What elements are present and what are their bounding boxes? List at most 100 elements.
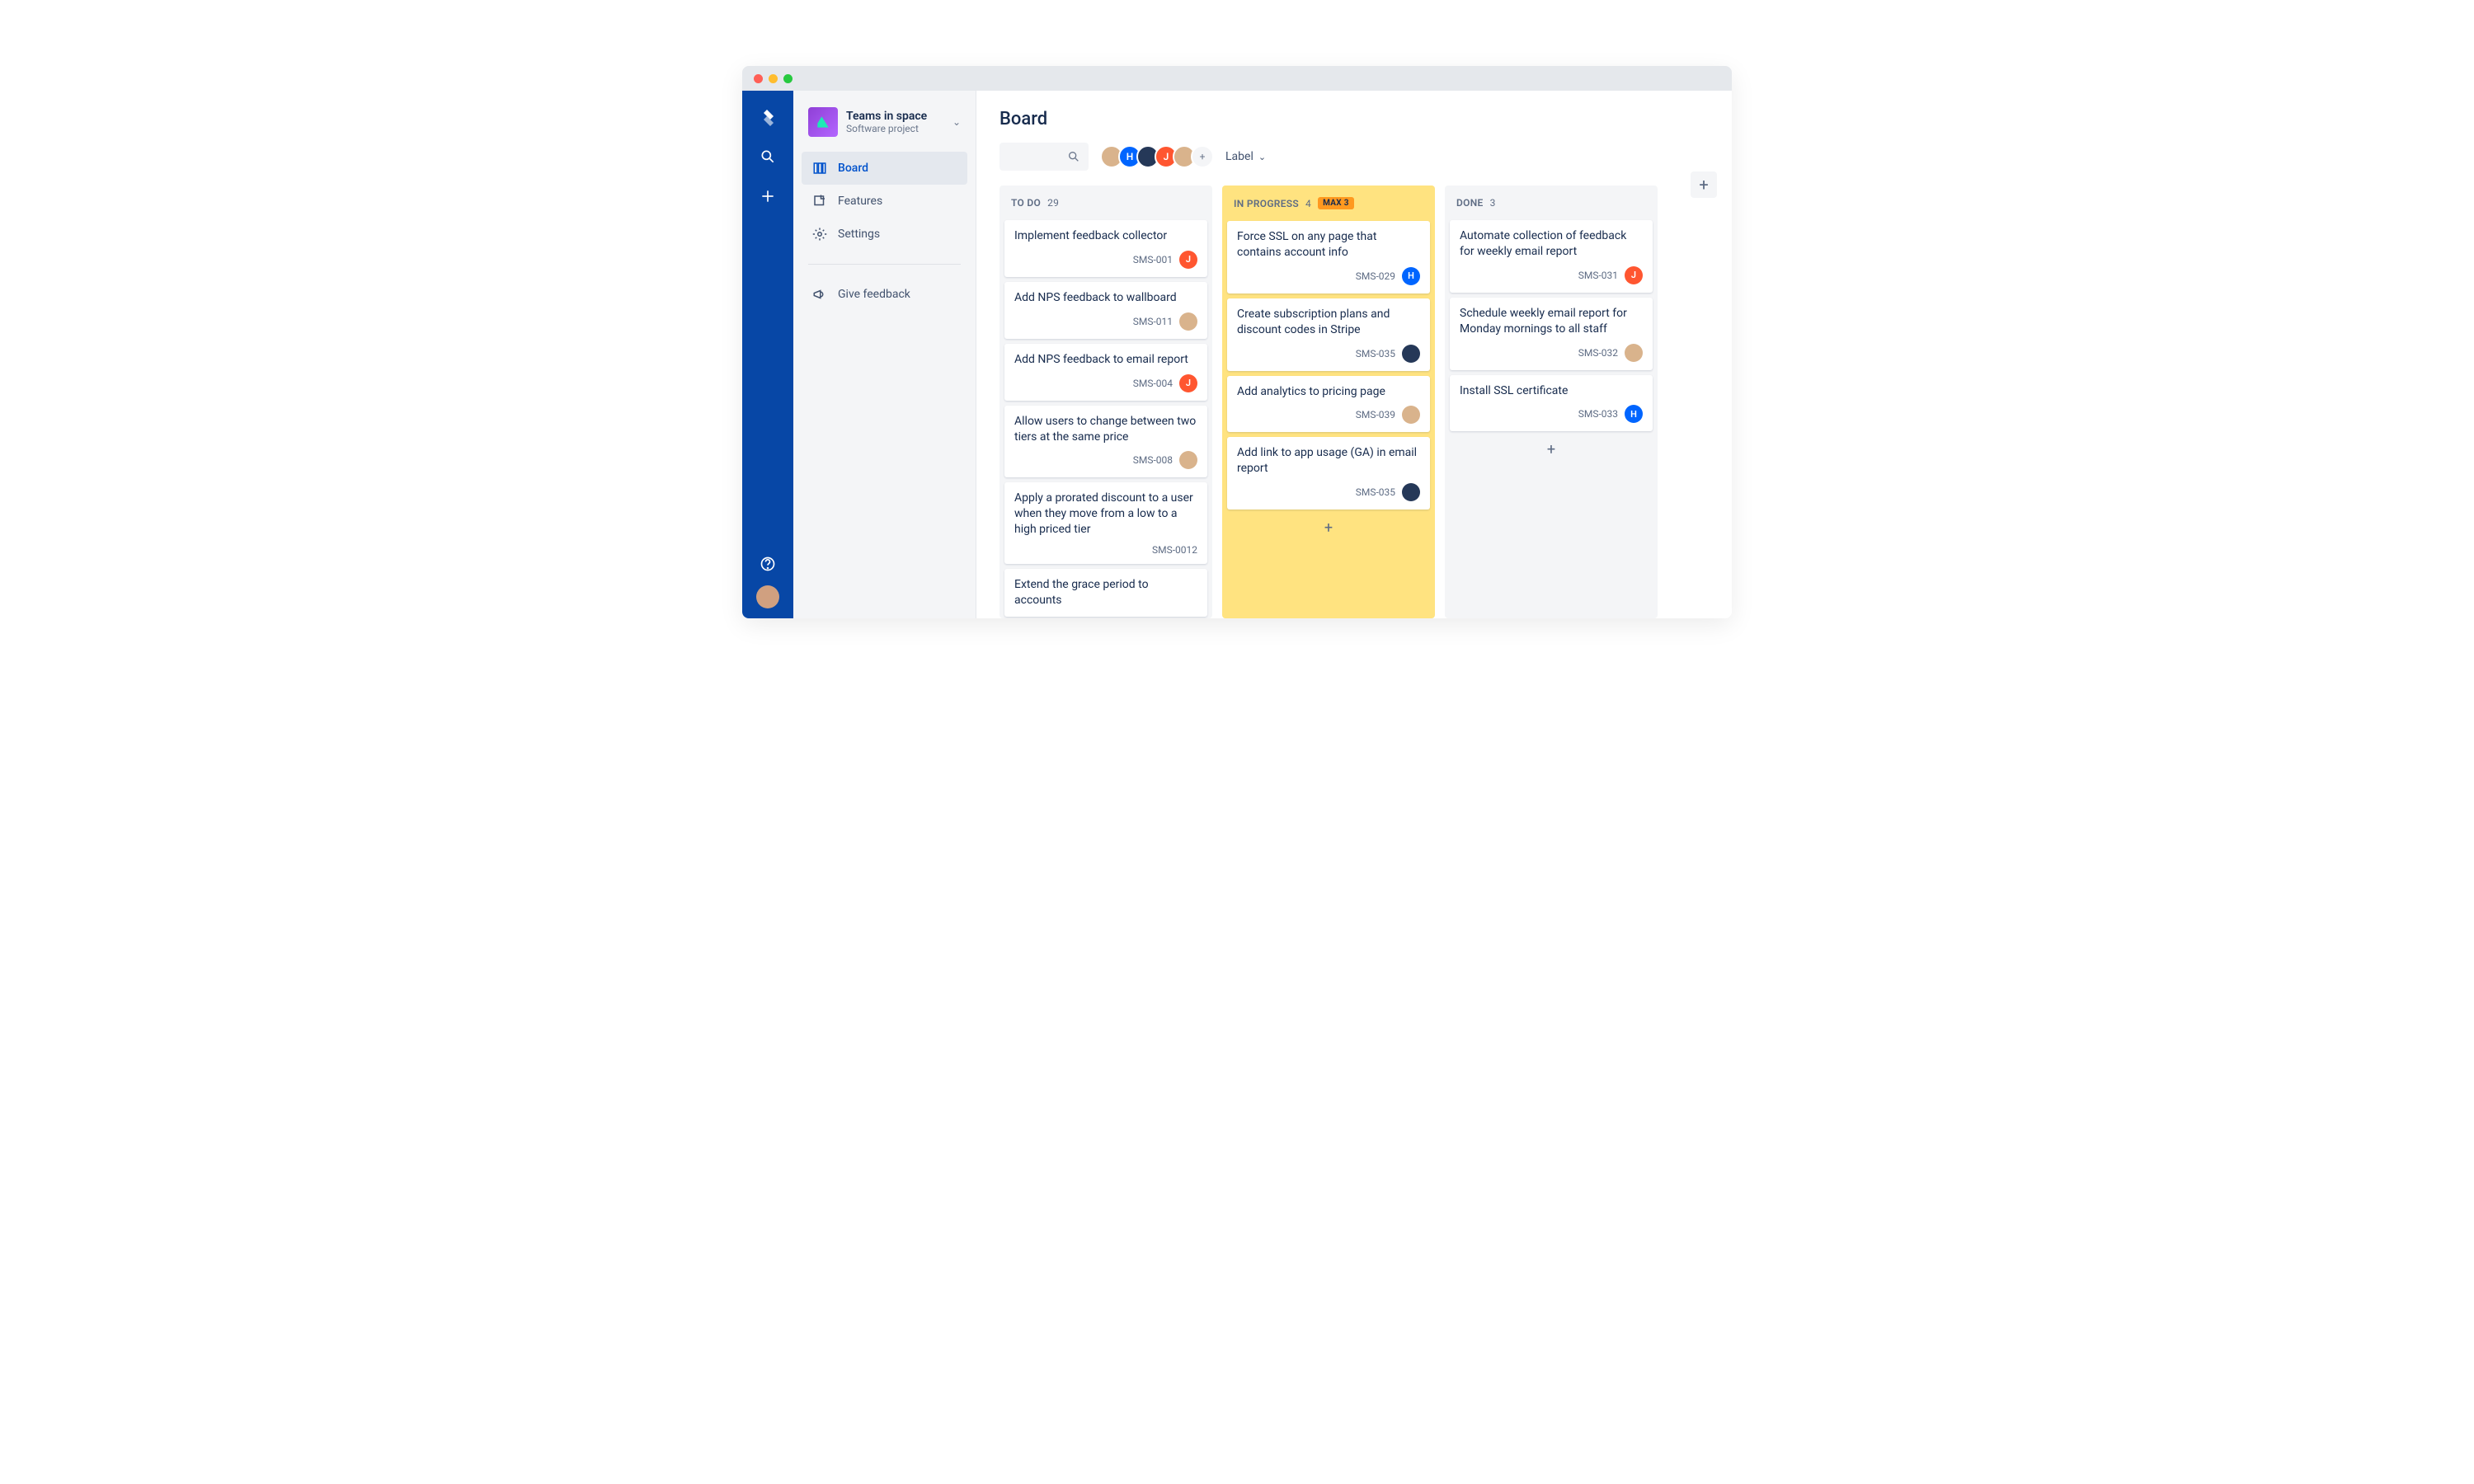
issue-key: SMS-035 [1356,486,1395,498]
sidebar-item-board[interactable]: Board [802,152,967,185]
sidebar-divider [808,264,961,265]
card-footer: SMS-035 [1237,483,1420,501]
kanban-board: To do29 Implement feedback collector SMS-0… [999,186,1709,618]
sidebar-item-label: Board [838,162,868,175]
card-footer: SMS-008 [1014,451,1197,469]
app-body: Teams in space Software project ⌄ Board … [742,91,1732,618]
card-footer: SMS-031J [1460,266,1643,284]
add-card-button[interactable]: + [1450,436,1653,463]
card-footer: SMS-011 [1014,312,1197,331]
issue-card[interactable]: Allow users to change between two tiers … [1004,406,1207,478]
sidebar-item-label: Give feedback [838,288,910,301]
issue-key: SMS-032 [1578,347,1618,359]
card-footer: SMS-032 [1460,344,1643,362]
project-subtitle: Software project [846,123,927,134]
project-switcher[interactable]: Teams in space Software project ⌄ [802,107,967,152]
app-window: Teams in space Software project ⌄ Board … [742,66,1732,618]
issue-card[interactable]: Apply a prorated discount to a user when… [1004,482,1207,564]
issue-card[interactable]: Schedule weekly email report for Monday … [1450,298,1653,370]
assignee-avatar [1625,344,1643,362]
features-icon [811,193,828,209]
label-filter[interactable]: Label ⌄ [1225,150,1266,163]
issue-card[interactable]: Extend the grace period to accounts [1004,569,1207,617]
megaphone-icon [811,286,828,303]
issue-card[interactable]: Add link to app usage (GA) in email repo… [1227,437,1430,510]
assignee-avatar [1179,451,1197,469]
add-column-button[interactable]: + [1691,171,1717,198]
project-icon [808,107,838,137]
jira-logo-icon[interactable] [758,107,778,127]
issue-card[interactable]: Add NPS feedback to email report SMS-004 J [1004,344,1207,401]
card-title: Implement feedback collector [1014,228,1197,244]
search-icon [1067,150,1080,163]
gear-icon [811,226,828,242]
board-main: Board HJ+ Label ⌄ + To do29Implement fee… [976,91,1732,618]
board-icon [811,160,828,176]
issue-key: SMS-039 [1356,409,1395,420]
issue-key: SMS-004 [1133,378,1173,389]
window-titlebar [742,66,1732,91]
assignee-filter-stack[interactable]: HJ+ [1100,145,1214,168]
assignee-avatar [1402,345,1420,363]
board-search-input[interactable] [999,143,1089,171]
card-title: Add analytics to pricing page [1237,384,1420,400]
card-footer: SMS-033H [1460,405,1643,423]
column-title: To do [1011,197,1041,209]
card-title: Schedule weekly email report for Monday … [1460,306,1643,337]
card-title: Create subscription plans and discount c… [1237,307,1420,338]
column-count: 3 [1490,197,1496,209]
card-footer: SMS-0012 [1014,544,1197,556]
sidebar-item-label: Features [838,195,882,208]
wip-limit-badge: MAX 3 [1318,197,1354,209]
issue-key: SMS-029 [1356,270,1395,282]
card-title: Add NPS feedback to wallboard [1014,290,1197,306]
sidebar-item-feedback[interactable]: Give feedback [802,278,967,311]
assignee-avatar: J [1179,251,1197,269]
issue-card[interactable]: Add analytics to pricing page SMS-039 [1227,376,1430,433]
column-header: To do29 [1004,194,1207,215]
sidebar-item-features[interactable]: Features [802,185,967,218]
window-maximize-icon[interactable] [783,74,793,83]
issue-card[interactable]: Add NPS feedback to wallboard SMS-011 [1004,282,1207,339]
card-title: Extend the grace period to accounts [1014,577,1197,608]
add-people-button[interactable]: + [1191,145,1214,168]
add-card-button[interactable]: + [1227,514,1430,542]
window-minimize-icon[interactable] [769,74,778,83]
card-footer: SMS-001J [1014,251,1197,269]
column-title: Done [1456,197,1484,209]
project-name: Teams in space [846,110,927,123]
profile-avatar[interactable] [756,585,779,608]
issue-key: SMS-033 [1578,408,1618,420]
help-icon[interactable] [758,554,778,574]
issue-card[interactable]: Create subscription plans and discount c… [1227,298,1430,371]
global-search-icon[interactable] [758,147,778,167]
label-filter-text: Label [1225,150,1253,163]
board-toolbar: HJ+ Label ⌄ [999,143,1709,171]
column-count: 4 [1305,198,1311,209]
board-column: Done 3 Automate collection of feedback for… [1445,186,1658,618]
window-close-icon[interactable] [754,74,763,83]
chevron-down-icon: ⌄ [1258,152,1266,162]
issue-card[interactable]: Automate collection of feedback for week… [1450,220,1653,293]
chevron-down-icon: ⌄ [952,116,961,128]
assignee-avatar: H [1402,267,1420,285]
board-column: To do29 Implement feedback collector SMS-0… [999,186,1212,618]
issue-card[interactable]: Force SSL on any page that contains acco… [1227,221,1430,294]
assignee-avatar [1179,312,1197,331]
card-title: Install SSL certificate [1460,383,1643,399]
page-title: Board [999,109,1709,129]
issue-card[interactable]: Install SSL certificate SMS-033H [1450,375,1653,432]
card-title: Add link to app usage (GA) in email repo… [1237,445,1420,477]
card-title: Add NPS feedback to email report [1014,352,1197,368]
issue-key: SMS-011 [1133,316,1173,327]
sidebar-item-label: Settings [838,228,880,241]
column-header: In progress4MAX 3 [1227,194,1430,216]
sidebar-item-settings[interactable]: Settings [802,218,967,251]
global-create-icon[interactable] [758,186,778,206]
card-footer: SMS-004 J [1014,374,1197,392]
card-title: Apply a prorated discount to a user when… [1014,491,1197,538]
assignee-avatar: J [1179,374,1197,392]
issue-key: SMS-035 [1356,348,1395,359]
issue-card[interactable]: Implement feedback collector SMS-001J [1004,220,1207,277]
board-column: In progress4MAX 3Force SSL on any page t… [1222,186,1435,618]
